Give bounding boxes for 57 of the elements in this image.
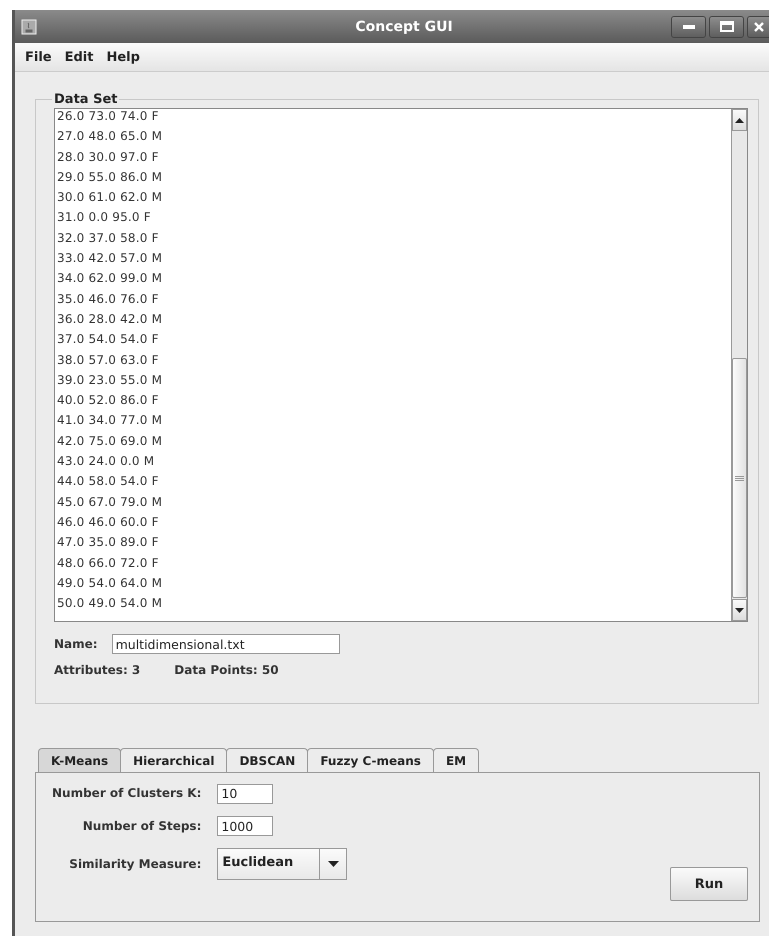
list-row[interactable]: 27.0 48.0 65.0 M — [57, 126, 731, 147]
similarity-dropdown[interactable]: Euclidean — [217, 848, 348, 880]
field-label: Number of Steps: — [82, 818, 202, 833]
minimize-button[interactable] — [671, 16, 706, 38]
list-row[interactable]: 29.0 55.0 86.0 M — [57, 166, 731, 188]
list-row[interactable]: 38.0 57.0 63.0 F — [57, 350, 731, 370]
list-row[interactable]: 41.0 34.0 77.0 M — [57, 410, 731, 431]
grip-icon — [735, 476, 744, 480]
list-row[interactable]: 26.0 73.0 74.0 F — [57, 109, 731, 126]
run-button[interactable]: Run — [670, 867, 748, 901]
scroll-bar[interactable] — [731, 109, 747, 621]
scroll-down-button[interactable] — [732, 599, 747, 621]
field-label: Similarity Measure: — [68, 857, 202, 871]
list-row[interactable]: 40.0 52.0 86.0 F — [57, 390, 731, 410]
list-row[interactable]: 49.0 54.0 64.0 M — [57, 572, 731, 594]
list-row[interactable]: 46.0 46.0 60.0 F — [57, 512, 731, 532]
name-field[interactable]: multidimensional.txt — [112, 634, 340, 654]
data-points-count: Data Points: 50 — [174, 663, 279, 677]
maximize-button[interactable] — [709, 16, 744, 38]
list-row[interactable]: 28.0 30.0 97.0 F — [57, 146, 731, 167]
list-row[interactable]: 50.0 49.0 54.0 M — [57, 593, 731, 614]
close-button[interactable] — [747, 16, 769, 38]
list-row[interactable]: 31.0 0.0 95.0 F — [57, 207, 731, 228]
menu-item[interactable]: File — [25, 50, 52, 64]
name-label: Name: — [54, 637, 98, 651]
up-arrow-icon — [735, 118, 744, 122]
list-row[interactable]: 44.0 58.0 54.0 F — [57, 471, 731, 492]
list-row[interactable]: 33.0 42.0 57.0 M — [57, 248, 731, 268]
list-row[interactable]: 42.0 75.0 69.0 M — [57, 430, 731, 452]
window-title: Concept GUI — [354, 18, 454, 34]
scroll-up-button[interactable] — [732, 109, 747, 131]
maximize-icon — [720, 21, 734, 32]
menu-item[interactable]: Help — [106, 50, 140, 64]
down-arrow-icon — [735, 608, 744, 612]
list-row[interactable]: 35.0 46.0 76.0 F — [57, 288, 731, 309]
input-field[interactable]: 1000 — [217, 816, 274, 836]
list-row[interactable]: 32.0 37.0 58.0 F — [57, 228, 731, 248]
field-label: Number of Clusters K: — [52, 786, 202, 800]
list-row[interactable]: 48.0 66.0 72.0 F — [57, 552, 731, 573]
attributes-count: Attributes: 3 — [54, 663, 140, 677]
dropdown-arrow-icon — [328, 861, 339, 867]
tab[interactable]: EM — [432, 748, 480, 772]
minimize-icon — [682, 24, 694, 28]
group-title: Data Set — [53, 92, 118, 107]
list-row[interactable]: 37.0 54.0 54.0 F — [57, 329, 731, 350]
close-icon — [754, 22, 764, 32]
tab[interactable]: K-Means — [38, 748, 122, 772]
list-row[interactable]: 39.0 23.0 55.0 M — [57, 370, 731, 390]
menu-item[interactable]: Edit — [64, 50, 94, 64]
list-row[interactable]: 47.0 35.0 89.0 F — [57, 532, 731, 553]
list-row[interactable]: 36.0 28.0 42.0 M — [57, 308, 731, 330]
list-row[interactable]: 30.0 61.0 62.0 M — [57, 187, 731, 208]
list-row[interactable]: 45.0 67.0 79.0 M — [57, 492, 731, 512]
list-row[interactable]: 34.0 62.0 99.0 M — [57, 268, 731, 289]
list-row[interactable]: 43.0 24.0 0.0 M — [57, 451, 731, 472]
input-field[interactable]: 10 — [217, 784, 274, 804]
scroll-thumb[interactable] — [732, 358, 747, 598]
